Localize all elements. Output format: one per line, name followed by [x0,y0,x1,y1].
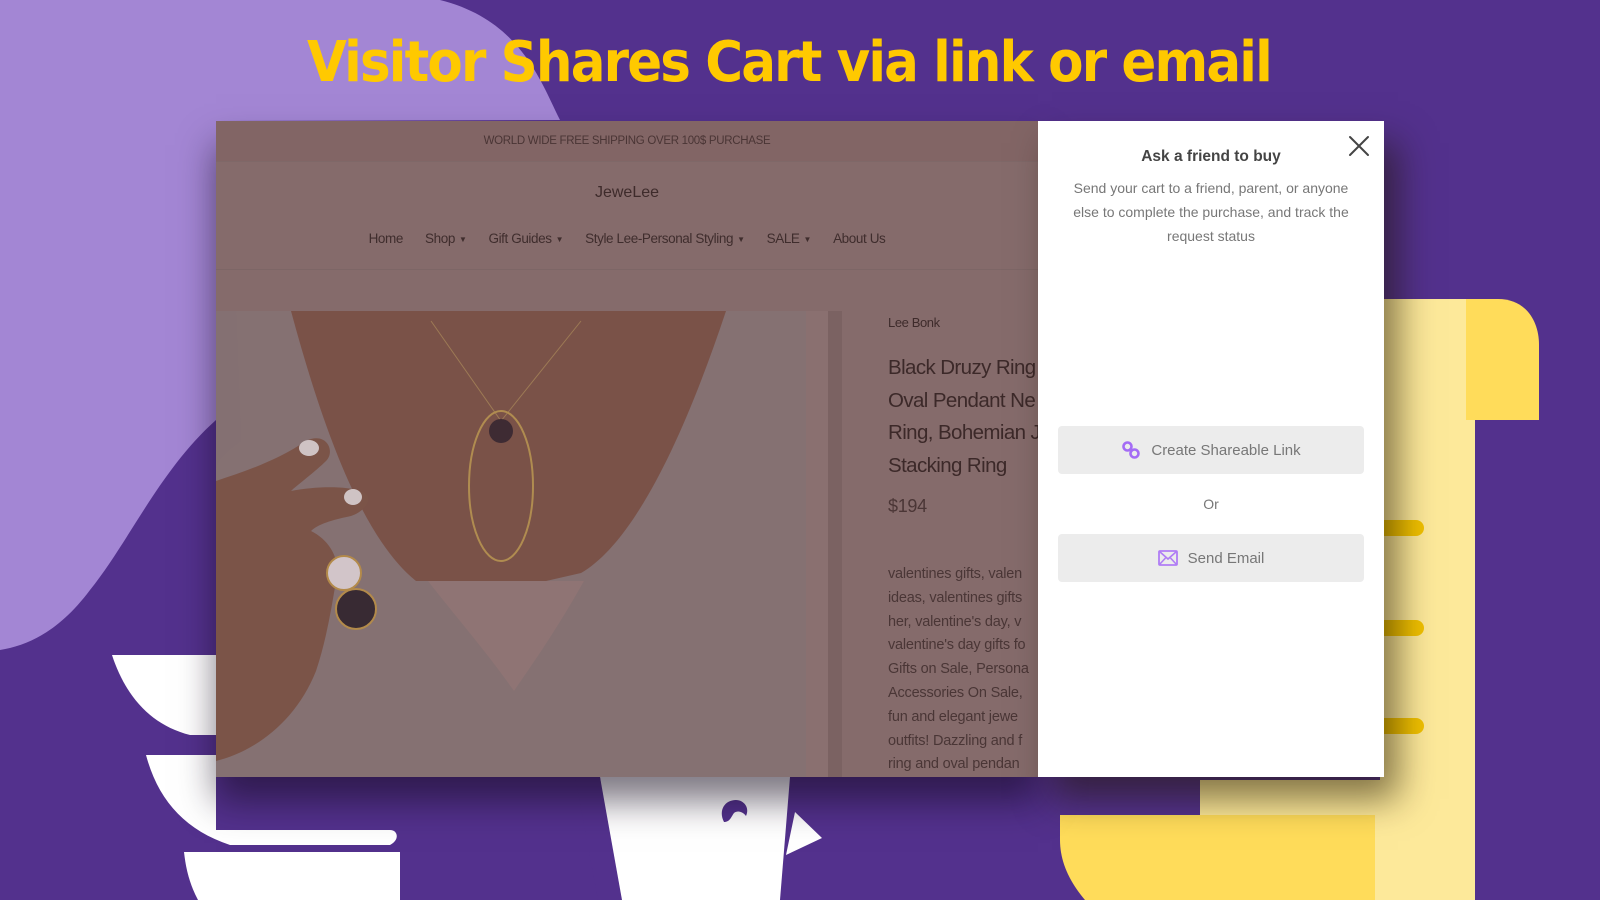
announcement-bar: WORLD WIDE FREE SHIPPING OVER 100$ PURCH… [216,121,1038,161]
nav-item-about-us[interactable]: About Us [833,230,886,246]
nav-item-label: Style Lee-Personal Styling [585,230,734,246]
create-shareable-link-button[interactable]: Create Shareable Link [1058,426,1364,474]
nav-item-label: About Us [833,230,886,246]
main-nav: Home Shop ▼ Gift Guides ▼ Style Lee-Personal … [216,223,1038,253]
nav-item-label: Home [368,230,404,246]
product-description-line: ring and oval pendan [888,756,1020,773]
nav-item-home[interactable]: Home [368,230,404,246]
product-description-line: valentines gifts, valen [888,566,1023,582]
envelope-icon [1157,550,1178,566]
shop-page: WORLD WIDE FREE SHIPPING OVER 100$ PURCH… [216,121,1038,777]
product-description-line: her, valentine's day, v [888,613,1022,630]
product-vendor[interactable]: Lee Bonk [888,315,1038,330]
product-title: Black Druzy Ring Oval Pendant Ne Ring, Boh… [888,352,1038,482]
nav-item-style-lee-personal-styling[interactable]: Style Lee-Personal Styling ▼ [585,230,745,246]
product-description-line: Gifts on Sale, Persona [888,661,1029,678]
panel-description: Send your cart to a friend, parent, or a… [1073,180,1349,244]
or-separator: Or [1203,496,1219,512]
nav-item-label: Gift Guides [488,230,552,246]
product-description: valentines gifts, valen ideas, valentines… [888,563,1038,777]
product-description-line: fun and elegant jewe [888,708,1018,725]
product-price: $194 [888,496,927,516]
product-description-line: valentine's day gifts fo [888,637,1026,654]
nav-item-sale[interactable]: SALE ▼ [766,230,812,246]
link-icon [1121,440,1141,460]
nav-divider [216,269,1038,270]
nav-item-gift-guides[interactable]: Gift Guides ▼ [488,231,563,246]
chevron-down-icon: ▼ [803,234,812,244]
product-photo [216,311,842,777]
product-title-line: Black Druzy Ring [888,356,1036,379]
brand-logo[interactable]: JeweLee [216,161,1038,223]
product-description-line: Accessories On Sale, [888,684,1023,701]
close-button[interactable] [1346,133,1372,159]
close-icon [1349,136,1369,156]
product-info: Lee Bonk Black Druzy Ring Oval Pendant Ne… [888,311,1038,777]
nav-item-label: SALE [766,230,800,246]
send-email-label: Send Email [1187,549,1265,567]
nav-item-label: Shop [425,230,455,246]
product-title-line: Ring, Bohemian J [888,421,1038,444]
product-description-line: outfits! Dazzling and f [888,732,1023,749]
headline: Visitor Shares Cart via link or email [307,30,1273,95]
product-title-line: Oval Pendant Ne [888,388,1036,412]
product-title-line: Stacking Ring [888,453,1007,477]
chevron-down-icon: ▼ [737,234,745,244]
ask-friend-panel: Ask a friend to buy Send your cart to a … [1038,121,1384,777]
panel-title: Ask a friend to buy [1141,148,1281,165]
chevron-down-icon: ▼ [458,234,467,244]
chevron-down-icon: ▼ [555,234,564,244]
product-description-line: ideas, valentines gifts [888,589,1023,606]
create-shareable-link-label: Create Shareable Link [1151,441,1301,459]
nav-item-shop[interactable]: Shop ▼ [425,230,467,246]
send-email-button[interactable]: Send Email [1058,534,1364,582]
product-image[interactable] [216,311,842,777]
